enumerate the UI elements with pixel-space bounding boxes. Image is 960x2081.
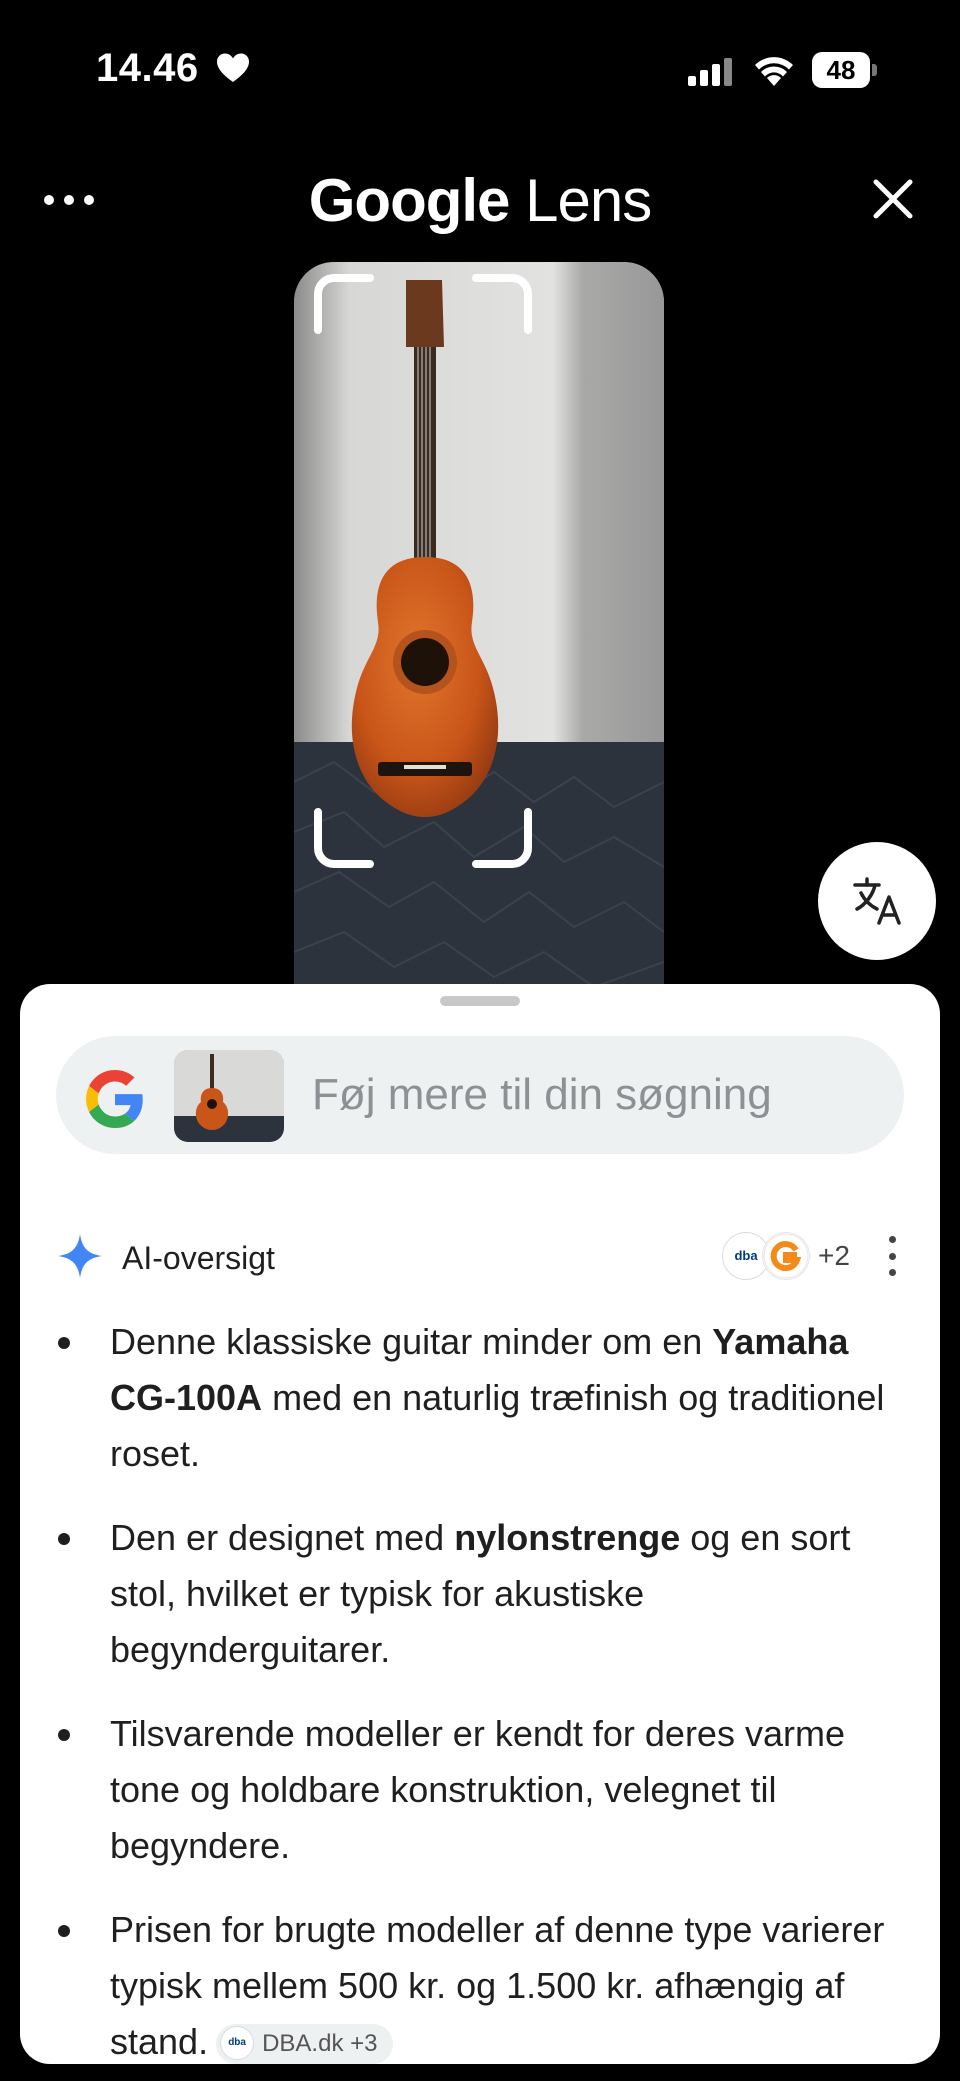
list-item: Denne klassiske guitar minder om en Yama… — [44, 1314, 924, 1482]
title-google: Google — [308, 167, 511, 234]
list-item: Prisen for brugte modeller af denne type… — [44, 1902, 924, 2064]
wifi-icon — [755, 57, 793, 86]
search-input[interactable]: Føj mere til din søgning — [56, 1036, 904, 1154]
status-bar: 14.46 48 — [0, 0, 960, 140]
crop-corner-top-right[interactable] — [472, 274, 532, 334]
captured-photo[interactable] — [294, 262, 664, 1002]
ai-sources[interactable]: dba +2 — [722, 1232, 862, 1280]
ai-overview-label: AI-oversigt — [122, 1240, 275, 1276]
page-title: Google Lens — [0, 166, 960, 235]
list-item: Den er designet med nylonstrenge og en s… — [44, 1510, 924, 1678]
results-sheet: Føj mere til din søgning AI-oversigt dba… — [20, 984, 940, 2064]
sources-more-count: +2 — [818, 1240, 850, 1271]
search-image-thumbnail[interactable] — [174, 1050, 284, 1142]
source-g-icon — [762, 1232, 810, 1280]
ai-overview-list: Denne klassiske guitar minder om en Yama… — [44, 1314, 924, 2064]
crop-corner-top-left[interactable] — [314, 274, 374, 334]
search-placeholder: Føj mere til din søgning — [312, 1070, 772, 1119]
signal-icon — [688, 58, 732, 86]
google-g-icon — [86, 1070, 143, 1128]
crop-corner-bottom-left[interactable] — [314, 808, 374, 868]
sheet-drag-handle[interactable] — [440, 996, 520, 1006]
source-chip[interactable]: dba DBA.dk +3 — [216, 2024, 394, 2064]
kebab-icon[interactable] — [882, 1236, 902, 1276]
chip-dba-icon: dba — [220, 2026, 255, 2061]
list-item: Tilsvarende modeller er kendt for deres … — [44, 1706, 924, 1874]
guitar-image — [294, 262, 664, 1002]
battery-level: 48 — [812, 52, 870, 88]
heart-icon — [217, 53, 249, 82]
crop-corner-bottom-right[interactable] — [472, 808, 532, 868]
lens-header: Google Lens — [0, 160, 960, 240]
sparkle-icon — [58, 1234, 102, 1278]
title-lens: Lens — [525, 167, 652, 234]
ai-overview-header: AI-oversigt dba +2 — [56, 1232, 904, 1280]
close-icon[interactable] — [868, 174, 918, 224]
status-time: 14.46 — [96, 46, 199, 90]
translate-button[interactable] — [818, 842, 936, 960]
battery-indicator: 48 — [812, 52, 877, 88]
translate-icon — [853, 877, 901, 925]
